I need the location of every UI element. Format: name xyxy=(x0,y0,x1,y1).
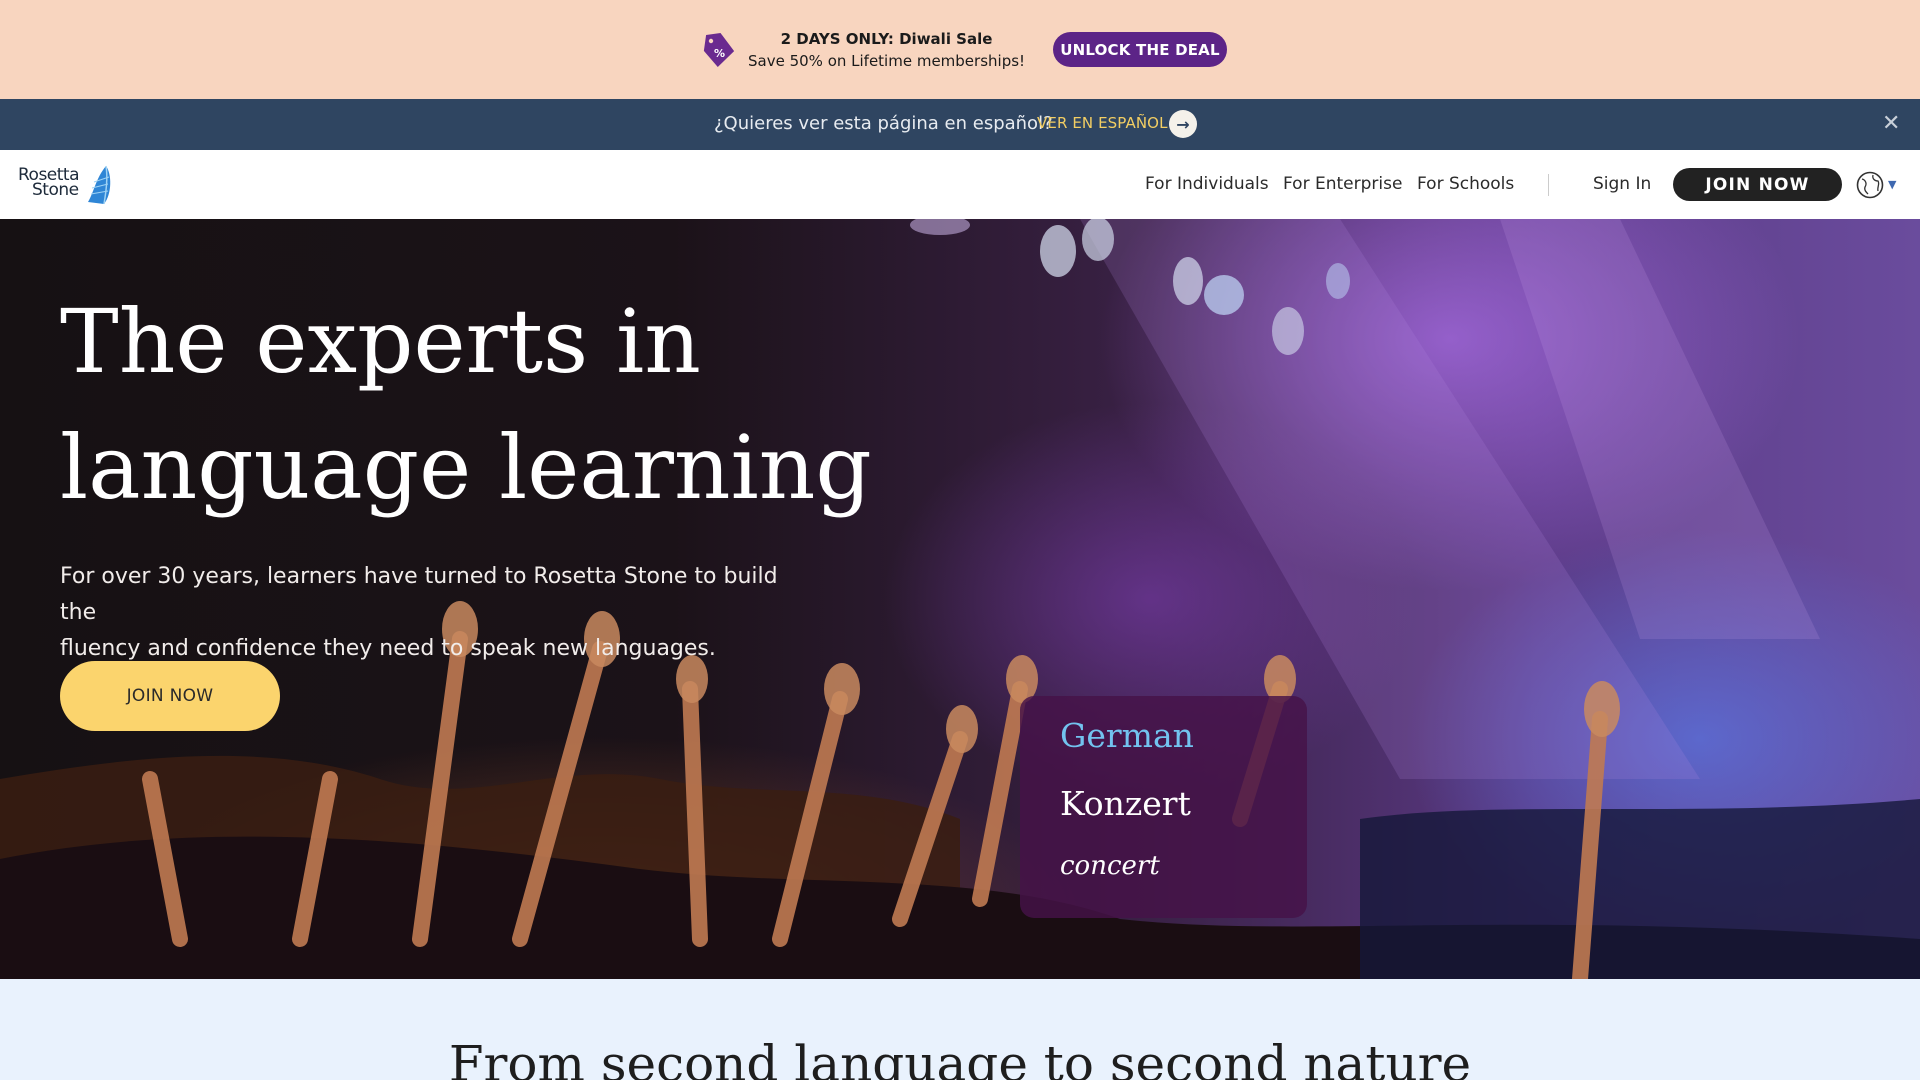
nav-for-individuals[interactable]: For Individuals xyxy=(1145,174,1269,194)
nav-for-enterprise[interactable]: For Enterprise xyxy=(1283,174,1402,194)
card-language: German xyxy=(1060,716,1194,755)
rosetta-stone-logo[interactable]: Rosetta Stone xyxy=(18,164,128,208)
nav-divider xyxy=(1548,174,1549,196)
join-now-button-hero[interactable]: JOIN NOW xyxy=(60,661,280,731)
promo-subtitle: Save 50% on Lifetime memberships! xyxy=(748,52,1026,70)
arrow-right-icon[interactable]: → xyxy=(1169,110,1197,138)
language-suggestion-bar: ¿Quieres ver esta página en español? VER… xyxy=(0,99,1920,150)
card-word: Konzert xyxy=(1060,784,1191,823)
second-section: From second language to second nature xyxy=(0,979,1920,1080)
unlock-deal-button[interactable]: UNLOCK THE DEAL xyxy=(1053,32,1227,67)
discount-tag-icon: % xyxy=(703,33,735,67)
hero-title-line2: language learning xyxy=(60,416,872,519)
close-icon[interactable]: ✕ xyxy=(1882,111,1900,136)
hero-subtitle-line1: For over 30 years, learners have turned … xyxy=(60,564,778,625)
globe-icon[interactable] xyxy=(1856,171,1884,199)
promo-banner: % 2 DAYS ONLY: Diwali Sale Save 50% on L… xyxy=(0,0,1920,99)
section-title: From second language to second nature xyxy=(448,1035,1472,1080)
vocabulary-card: German Konzert concert xyxy=(1020,696,1307,918)
language-question: ¿Quieres ver esta página en español? xyxy=(714,113,1053,134)
logo-wordmark: Rosetta Stone xyxy=(18,167,80,200)
promo-text: 2 DAYS ONLY: Diwali Sale Save 50% on Lif… xyxy=(748,29,1025,73)
sign-in-link[interactable]: Sign In xyxy=(1593,174,1651,194)
card-translation: concert xyxy=(1060,851,1160,881)
hero-section: The experts in language learning For ove… xyxy=(0,219,1920,979)
logo-line2: Stone xyxy=(32,180,79,200)
view-in-spanish-link[interactable]: VER EN ESPAÑOL xyxy=(1037,114,1168,132)
chevron-down-icon[interactable]: ▼ xyxy=(1888,178,1896,191)
hero-subtitle: For over 30 years, learners have turned … xyxy=(60,559,780,667)
nav-for-schools[interactable]: For Schools xyxy=(1417,174,1514,194)
svg-text:%: % xyxy=(714,47,725,60)
logo-stone-icon xyxy=(88,165,111,205)
promo-title: 2 DAYS ONLY: Diwali Sale xyxy=(780,30,993,48)
hero-title-line1: The experts in xyxy=(60,290,701,393)
main-nav: Rosetta Stone For Individuals For Enterp… xyxy=(0,150,1920,219)
join-now-button-nav[interactable]: JOIN NOW xyxy=(1673,168,1842,201)
hero-title: The experts in language learning xyxy=(60,279,872,531)
